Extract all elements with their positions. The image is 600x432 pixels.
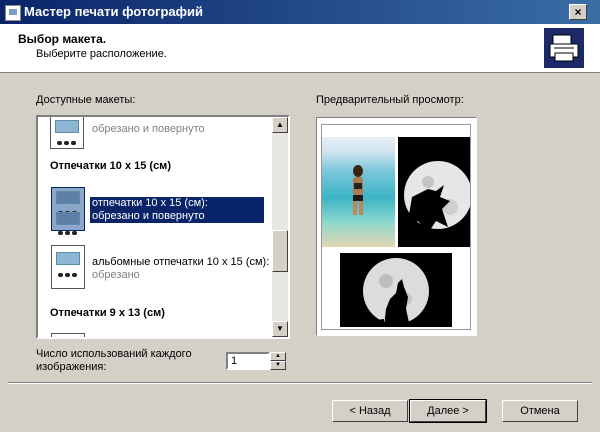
layouts-list[interactable]: обрезано и повернуто Отпечатки 10 x 15 (… [36,115,290,339]
layout-thumbnail [50,117,84,149]
layout-thumbnail [51,333,85,337]
layout-thumbnail [51,245,85,289]
preview-label: Предварительный просмотр: [316,94,464,106]
preview-page [321,124,471,330]
moon-wolf-photo [398,137,470,247]
available-layouts-label: Доступные макеты: [36,94,136,106]
preview-pane [316,117,477,336]
list-item-selected[interactable]: отпечатки 10 x 15 (см): обрезано и повер… [38,185,274,239]
group-header: Отпечатки 10 x 15 (см) [50,160,171,172]
copies-label: Число использований каждого [36,348,192,360]
layout-thumbnail [51,187,85,235]
cancel-button[interactable]: Отмена [502,400,578,422]
spin-up-icon[interactable]: ▲ [270,352,286,361]
step-subtitle: Выберите расположение. [36,48,167,60]
printer-icon [544,28,584,68]
layouts-scrollbar[interactable]: ▲ ▼ [272,117,288,337]
separator [8,382,592,384]
list-item[interactable]: альбомные отпечатки 10 x 15 (см): обреза… [38,243,274,297]
list-item[interactable]: обрезано и повернуто [38,117,274,153]
window-title: Мастер печати фотографий [24,4,204,19]
layout-title: альбомные отпечатки 10 x 15 (см): [92,256,270,268]
close-button[interactable]: × [569,4,587,20]
copies-input[interactable]: 1 [226,352,270,370]
next-button[interactable]: Далее > [409,399,487,423]
layout-title: отпечатки 10 x 15 (см): [92,197,208,209]
layout-subtitle: обрезано и повернуто [92,123,205,135]
layout-subtitle: обрезано и повернуто [92,210,205,222]
scroll-thumb[interactable] [272,230,288,272]
title-bar: Мастер печати фотографий × [0,0,600,24]
group-header: Отпечатки 9 x 13 (см) [50,307,165,319]
scroll-down-icon[interactable]: ▼ [272,321,288,337]
wizard-header: Выбор макета. Выберите расположение. [0,24,600,73]
copies-label-line2: изображения: [36,361,107,373]
scroll-up-icon[interactable]: ▲ [272,117,288,133]
layout-subtitle: обрезано [92,269,140,281]
beach-photo [322,137,395,247]
moon-wolf-howl-photo [340,253,452,327]
spin-down-icon[interactable]: ▼ [270,361,286,370]
app-icon [5,5,21,21]
back-button[interactable]: < Назад [332,400,408,422]
step-title: Выбор макета. [18,32,107,46]
